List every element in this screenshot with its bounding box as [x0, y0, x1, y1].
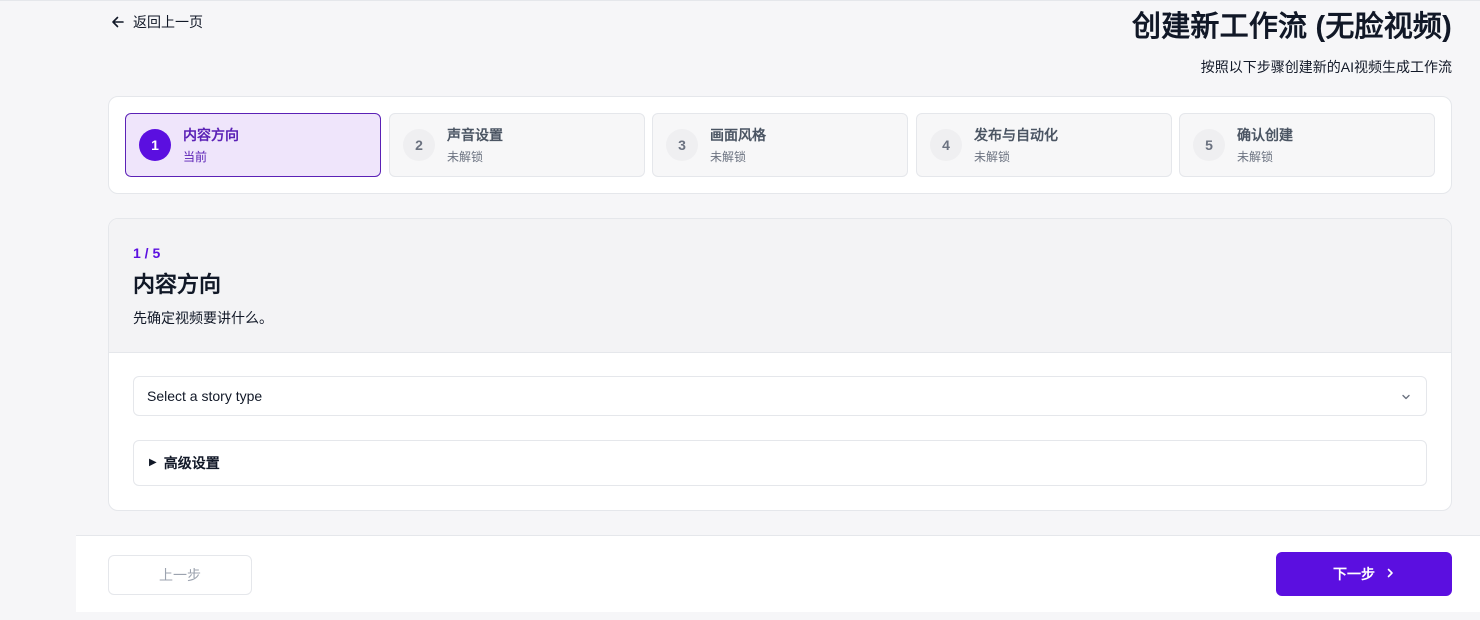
- previous-step-label: 上一步: [159, 567, 201, 583]
- story-type-select[interactable]: Select a story type: [133, 376, 1427, 416]
- section-title: 内容方向: [133, 272, 222, 297]
- step-title: 声音设置: [447, 127, 503, 143]
- step-status: 未解锁: [447, 150, 484, 164]
- step-title: 内容方向: [183, 127, 239, 143]
- step-status: 未解锁: [710, 150, 747, 164]
- section-description: 先确定视频要讲什么。: [133, 310, 273, 326]
- stepper: 1 内容方向 当前 2 声音设置 未解锁 3 画面风格 未解锁 4 发布与自动化…: [108, 96, 1452, 194]
- next-step-button[interactable]: 下一步: [1276, 552, 1452, 596]
- step-status: 未解锁: [974, 150, 1011, 164]
- top-divider: [0, 0, 1480, 1]
- chevron-down-icon: [1400, 390, 1412, 406]
- step-progress: 1 / 5: [133, 245, 161, 261]
- back-link-label: 返回上一页: [133, 14, 203, 30]
- step-number: 1: [139, 129, 171, 161]
- step-status: 当前: [183, 150, 208, 164]
- story-type-placeholder: Select a story type: [147, 388, 263, 404]
- triangle-right-icon: ▶: [149, 457, 157, 468]
- arrow-left-icon: [111, 15, 125, 29]
- page-subtitle: 按照以下步骤创建新的AI视频生成工作流: [1200, 59, 1452, 75]
- step-title: 画面风格: [710, 127, 766, 143]
- card-header: 1 / 5 内容方向 先确定视频要讲什么。: [109, 219, 1451, 353]
- advanced-settings-toggle[interactable]: ▶ 高级设置: [133, 440, 1427, 486]
- step-voice-settings[interactable]: 2 声音设置 未解锁: [389, 113, 645, 177]
- step-title: 确认创建: [1237, 127, 1293, 143]
- chevron-right-icon: [1385, 566, 1395, 582]
- advanced-settings-label: 高级设置: [163, 455, 220, 471]
- step-number: 3: [666, 129, 698, 161]
- step-publish-automation[interactable]: 4 发布与自动化 未解锁: [916, 113, 1172, 177]
- next-step-label: 下一步: [1333, 566, 1375, 582]
- content-direction-card: 1 / 5 内容方向 先确定视频要讲什么。 Select a story typ…: [108, 218, 1452, 511]
- step-visual-style[interactable]: 3 画面风格 未解锁: [652, 113, 908, 177]
- step-title: 发布与自动化: [974, 127, 1058, 143]
- back-link[interactable]: 返回上一页: [111, 12, 203, 32]
- step-status: 未解锁: [1237, 150, 1274, 164]
- step-content-direction[interactable]: 1 内容方向 当前: [125, 113, 381, 177]
- previous-step-button[interactable]: 上一步: [108, 555, 252, 595]
- step-confirm-create[interactable]: 5 确认创建 未解锁: [1179, 113, 1435, 177]
- footer-bar: 上一步 下一步: [76, 535, 1480, 612]
- step-number: 2: [403, 129, 435, 161]
- page-title: 创建新工作流 (无脸视频): [1132, 11, 1452, 43]
- step-number: 5: [1193, 129, 1225, 161]
- step-number: 4: [930, 129, 962, 161]
